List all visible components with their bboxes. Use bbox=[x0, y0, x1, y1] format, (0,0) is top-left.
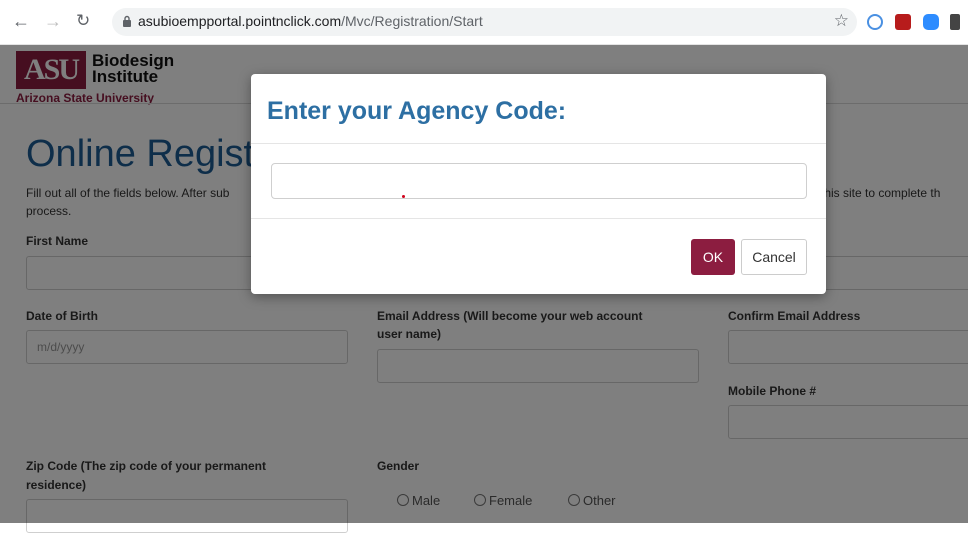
reload-icon[interactable]: ↻ bbox=[76, 10, 90, 32]
dialog-header-divider bbox=[251, 143, 826, 144]
dialog-title: Enter your Agency Code: bbox=[267, 97, 567, 125]
forward-icon[interactable]: → bbox=[44, 10, 62, 32]
url-text: asubioempportal.pointnclick.com/Mvc/Regi… bbox=[138, 13, 483, 29]
star-icon[interactable]: ☆ bbox=[834, 11, 849, 31]
lock-icon bbox=[123, 15, 131, 27]
mouse-pointer-dot bbox=[402, 195, 405, 198]
dialog-footer-divider bbox=[251, 218, 826, 219]
video-extension-icon[interactable] bbox=[923, 14, 939, 30]
address-bar[interactable]: asubioempportal.pointnclick.com/Mvc/Regi… bbox=[112, 8, 857, 36]
back-icon[interactable]: ← bbox=[12, 10, 30, 32]
url-host: asubioempportal.pointnclick.com bbox=[138, 13, 342, 29]
puzzle-extension-icon[interactable] bbox=[950, 14, 960, 30]
ok-button[interactable]: OK bbox=[691, 239, 735, 275]
agency-code-dialog: Enter your Agency Code: OK Cancel bbox=[251, 74, 826, 294]
shield-extension-icon[interactable] bbox=[867, 14, 883, 30]
cancel-button[interactable]: Cancel bbox=[741, 239, 807, 275]
pdf-extension-icon[interactable] bbox=[895, 14, 911, 30]
agency-code-input[interactable] bbox=[271, 163, 807, 199]
url-path: /Mvc/Registration/Start bbox=[341, 13, 483, 29]
browser-toolbar: ← → ↻ asubioempportal.pointnclick.com/Mv… bbox=[0, 0, 968, 45]
